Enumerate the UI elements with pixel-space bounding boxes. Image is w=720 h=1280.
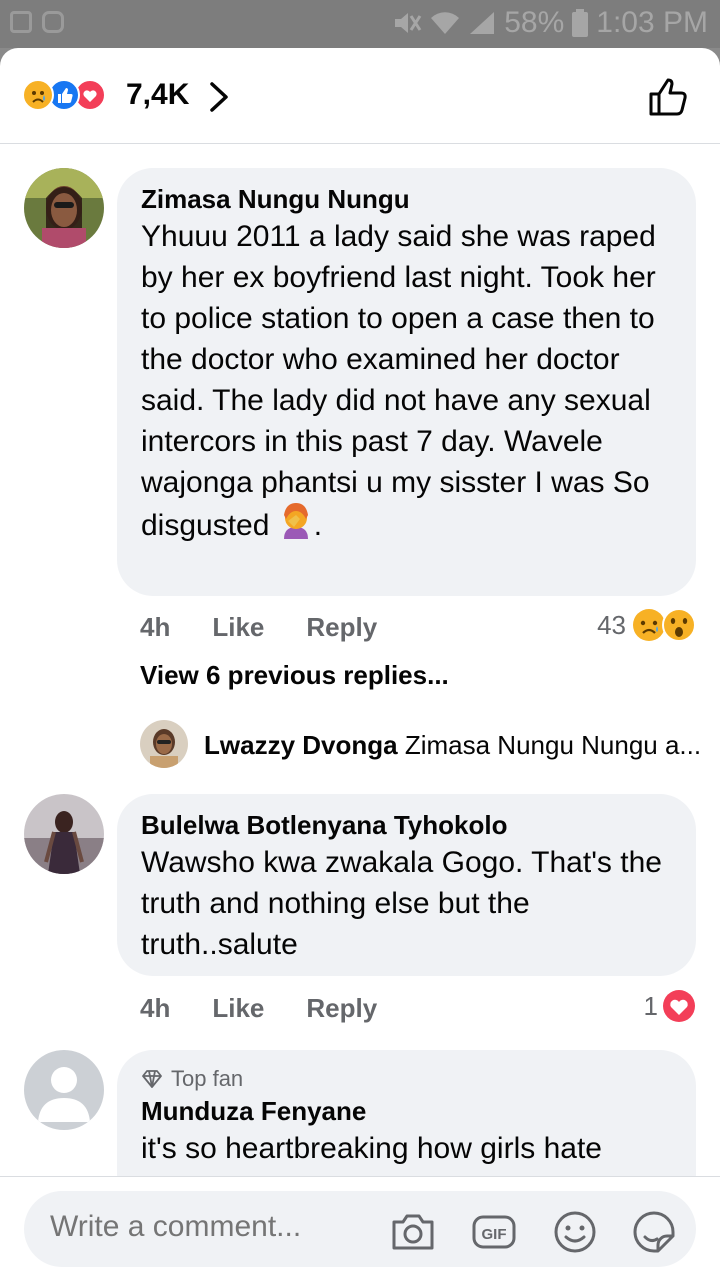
- clock: 1:03 PM: [596, 6, 708, 39]
- mute-icon: [395, 13, 422, 33]
- comment-text: it's so heartbreaking how girls hate: [141, 1132, 602, 1165]
- comment-reactions[interactable]: 43: [597, 608, 696, 642]
- like-button[interactable]: Like: [212, 993, 264, 1024]
- reaction-count[interactable]: 7,4K: [126, 78, 189, 112]
- chevron-right-icon[interactable]: [206, 80, 232, 114]
- reply-author[interactable]: Lwazzy Dvonga: [204, 730, 398, 760]
- comment-actions: 4h Like Reply: [140, 993, 377, 1024]
- reactions-summary[interactable]: [22, 79, 106, 111]
- battery-icon: [572, 9, 589, 37]
- composer-field[interactable]: GIF: [24, 1191, 696, 1267]
- comment-reaction-count: 43: [597, 609, 626, 640]
- view-previous-replies[interactable]: View 6 previous replies...: [140, 660, 449, 691]
- signal-icon: [470, 12, 495, 34]
- status-bar: 58% 1:03 PM: [0, 0, 720, 48]
- reply-button[interactable]: Reply: [306, 612, 377, 643]
- avatar[interactable]: [140, 720, 188, 768]
- comment-time: 4h: [140, 993, 171, 1023]
- sad-reaction-icon: [22, 79, 54, 111]
- emoji-icon[interactable]: [552, 1209, 598, 1255]
- comment-bubble[interactable]: Bulelwa Botlenyana Tyhokolo Wawsho kwa z…: [117, 794, 696, 976]
- comments-sheet: 7,4K Zimasa Nungu Nungu Yhuuu 2011 a lad…: [0, 48, 720, 1280]
- notification-icon: [10, 11, 32, 33]
- reactions-header: 7,4K: [0, 48, 720, 144]
- reply-preview: Zimasa Nungu Nungu a...: [404, 730, 699, 760]
- camera-icon[interactable]: [390, 1209, 436, 1255]
- reply-button[interactable]: Reply: [306, 993, 377, 1024]
- sad-reaction-icon: [633, 609, 665, 641]
- like-post-button[interactable]: [648, 76, 690, 118]
- battery-percent: 58%: [504, 6, 565, 39]
- avatar[interactable]: [24, 794, 104, 874]
- instagram-icon: [42, 11, 64, 33]
- comment-reaction-count: 1: [643, 990, 658, 1021]
- facepalm-emoji-icon: [283, 503, 308, 539]
- diamond-icon: [142, 1070, 162, 1088]
- comment-input[interactable]: [48, 1209, 382, 1245]
- comment-text: Yhuuu 2011 a lady said she was raped by …: [141, 220, 656, 542]
- wifi-icon: [431, 12, 460, 34]
- avatar[interactable]: [24, 1050, 104, 1130]
- avatar[interactable]: [24, 168, 104, 248]
- comment-author[interactable]: Zimasa Nungu Nungu: [141, 182, 672, 216]
- comment-bubble[interactable]: Zimasa Nungu Nungu Yhuuu 2011 a lady sai…: [117, 168, 696, 596]
- comment-author[interactable]: Bulelwa Botlenyana Tyhokolo: [141, 808, 672, 842]
- svg-text:GIF: GIF: [482, 1226, 507, 1243]
- love-reaction-icon: [663, 990, 695, 1022]
- comment-author[interactable]: Munduza Fenyane: [141, 1094, 672, 1128]
- sticker-icon[interactable]: [631, 1209, 677, 1255]
- wow-reaction-icon: [662, 608, 696, 642]
- top-fan-badge: Top fan: [171, 1066, 244, 1091]
- gif-icon[interactable]: GIF: [471, 1209, 517, 1255]
- comment-time: 4h: [140, 612, 171, 642]
- comment-text: Wawsho kwa zwakala Gogo. That's the trut…: [141, 846, 662, 961]
- latest-reply[interactable]: Lwazzy Dvonga Zimasa Nungu Nungu a...: [140, 720, 700, 772]
- comment-composer: GIF: [0, 1176, 720, 1280]
- comment-actions: 4h Like Reply: [140, 612, 377, 643]
- like-button[interactable]: Like: [212, 612, 264, 643]
- comment-reactions[interactable]: 1: [644, 989, 696, 1023]
